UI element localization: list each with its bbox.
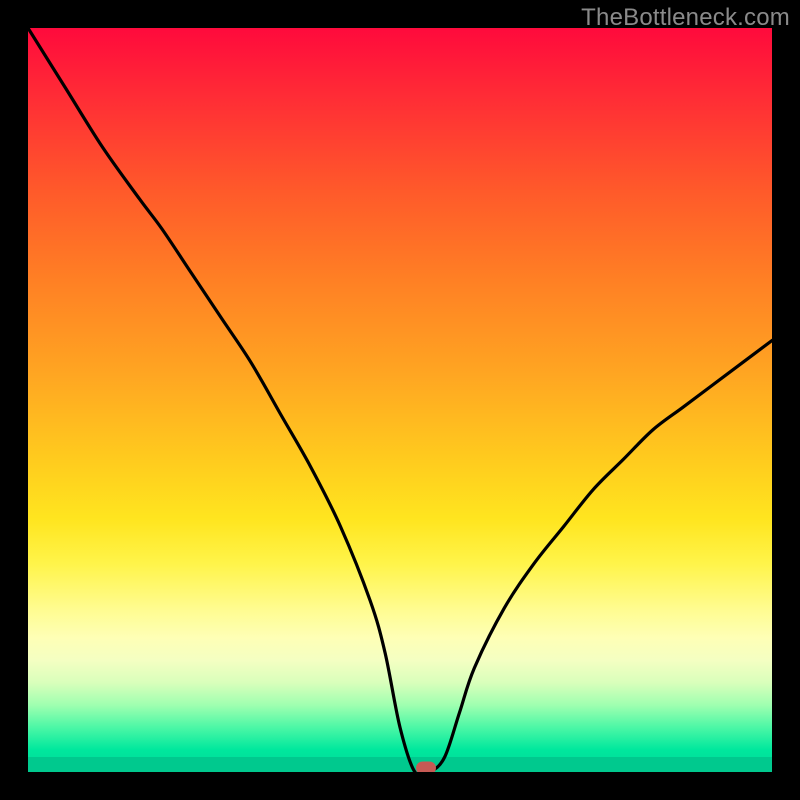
chart-frame: TheBottleneck.com xyxy=(0,0,800,800)
plot-area xyxy=(28,28,772,772)
bottleneck-marker xyxy=(416,762,436,773)
bottleneck-curve xyxy=(28,28,772,772)
watermark-text: TheBottleneck.com xyxy=(581,4,790,32)
